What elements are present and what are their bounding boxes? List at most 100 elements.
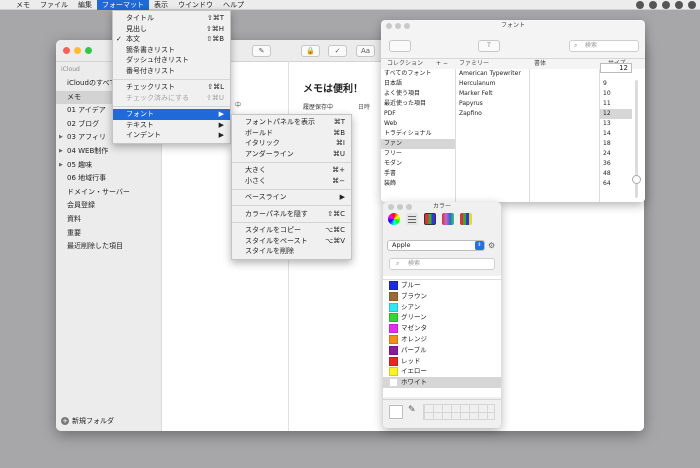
- size-item[interactable]: 24: [600, 149, 632, 159]
- minimize-button[interactable]: [74, 47, 81, 54]
- menu-bar-item[interactable]: ファイル: [35, 0, 73, 10]
- color-wheel-icon[interactable]: [388, 213, 400, 225]
- sidebar-item[interactable]: 重要: [56, 227, 162, 240]
- collection-item[interactable]: トラディショナル: [381, 129, 455, 139]
- family-item[interactable]: American Typewriter: [456, 69, 529, 79]
- family-item[interactable]: Zapfino: [456, 109, 529, 119]
- collection-item[interactable]: PDF: [381, 109, 455, 119]
- collection-item[interactable]: すべてのフォント: [381, 69, 455, 79]
- menu-item[interactable]: ✓ 本文 ⇧⌘B: [113, 34, 230, 45]
- compose-note-icon[interactable]: ✎: [252, 45, 271, 57]
- menu-item[interactable]: テキスト ▶: [113, 120, 230, 131]
- menu-item[interactable]: 大きく ⌘+: [232, 165, 351, 176]
- collection-item[interactable]: 最近使った項目: [381, 99, 455, 109]
- collection-item[interactable]: よく使う項目: [381, 89, 455, 99]
- new-folder-button[interactable]: + 新規フォルダ: [61, 416, 114, 426]
- size-input[interactable]: 12: [600, 63, 632, 73]
- color-list-item[interactable]: ブラウン: [383, 291, 501, 302]
- format-text-icon[interactable]: Aa: [356, 45, 375, 57]
- menu-bar-item[interactable]: ウインドウ: [173, 0, 218, 10]
- current-color-well[interactable]: [389, 405, 403, 419]
- menu-item[interactable]: フォントパネルを表示 ⌘T: [232, 117, 351, 128]
- menu-item[interactable]: 番号付きリスト: [113, 66, 230, 77]
- color-sliders-icon[interactable]: [406, 213, 418, 225]
- sidebar-item[interactable]: ▶ 04 WEB制作: [56, 145, 162, 158]
- menu-bar-item[interactable]: ヘルプ: [218, 0, 249, 10]
- menu-bar-item[interactable]: フォーマット: [97, 0, 149, 10]
- backup-icon[interactable]: [675, 1, 683, 9]
- disclosure-triangle-icon[interactable]: ▶: [59, 159, 63, 172]
- menu-item[interactable]: イタリック ⌘I: [232, 138, 351, 149]
- menu-item[interactable]: ベースライン ▶: [232, 192, 351, 203]
- size-item[interactable]: 10: [600, 89, 632, 99]
- menu-item[interactable]: チェックリスト ⇧⌘L: [113, 82, 230, 93]
- disclosure-triangle-icon[interactable]: ▶: [59, 131, 63, 144]
- color-list-item[interactable]: シアン: [383, 302, 501, 313]
- color-list-item[interactable]: オレンジ: [383, 334, 501, 345]
- sidebar-item[interactable]: ドメイン・サーバー: [56, 186, 162, 199]
- sidebar-item[interactable]: 最近削除した項目: [56, 240, 162, 253]
- text-color-button[interactable]: T: [478, 40, 500, 52]
- sidebar-item[interactable]: 06 地域行事: [56, 172, 162, 185]
- size-slider-thumb[interactable]: [632, 175, 641, 184]
- palette-select[interactable]: Apple ⇕: [387, 240, 485, 251]
- menu-item[interactable]: 小さく ⌘−: [232, 176, 351, 187]
- menu-bar-item[interactable]: 編集: [73, 0, 97, 10]
- menu-bar-item[interactable]: 表示: [149, 0, 173, 10]
- color-list-item[interactable]: ホワイト: [383, 377, 501, 388]
- menu-bar-item[interactable]: メモ: [11, 0, 35, 10]
- wifi-icon[interactable]: [688, 1, 696, 9]
- font-search-field[interactable]: ⌕ 検索: [569, 40, 639, 52]
- size-item[interactable]: 64: [600, 179, 632, 189]
- collection-item[interactable]: 装飾: [381, 179, 455, 189]
- menu-item[interactable]: 箇条書きリスト: [113, 45, 230, 56]
- collection-item[interactable]: ファン: [381, 139, 455, 149]
- color-list-item[interactable]: マゼンタ: [383, 323, 501, 334]
- action-menu-button[interactable]: [389, 40, 411, 52]
- sync-status-icon[interactable]: [636, 1, 644, 9]
- size-slider-track[interactable]: [632, 80, 641, 198]
- menu-item[interactable]: スタイルを削除: [232, 246, 351, 257]
- collection-item[interactable]: 手書: [381, 169, 455, 179]
- dropbox-icon[interactable]: [662, 1, 670, 9]
- color-palettes-icon[interactable]: [424, 213, 436, 225]
- eyedropper-icon[interactable]: ✎: [408, 405, 416, 415]
- size-item[interactable]: 13: [600, 119, 632, 129]
- menu-item[interactable]: ボールド ⌘B: [232, 128, 351, 139]
- swatch-grid[interactable]: [423, 404, 495, 420]
- color-search-field[interactable]: ⌕ 検索: [389, 258, 495, 270]
- lock-icon[interactable]: 🔒: [301, 45, 320, 57]
- collection-item[interactable]: フリー: [381, 149, 455, 159]
- menu-item[interactable]: カラーパネルを隠す ⇧⌘C: [232, 209, 351, 220]
- family-item[interactable]: Herculanum: [456, 79, 529, 89]
- family-item[interactable]: Marker Felt: [456, 89, 529, 99]
- disclosure-triangle-icon[interactable]: ▶: [59, 145, 63, 158]
- menu-item[interactable]: タイトル ⇧⌘T: [113, 13, 230, 24]
- close-button[interactable]: [63, 47, 70, 54]
- pencils-icon[interactable]: [460, 213, 472, 225]
- color-list-item[interactable]: レッド: [383, 356, 501, 367]
- size-item[interactable]: 11: [600, 99, 632, 109]
- color-list-item[interactable]: イエロー: [383, 366, 501, 377]
- collection-item[interactable]: 日本語: [381, 79, 455, 89]
- menu-item[interactable]: アンダーライン ⌘U: [232, 149, 351, 160]
- menu-item[interactable]: 見出し ⇧⌘H: [113, 24, 230, 35]
- checklist-icon[interactable]: ✓: [328, 45, 347, 57]
- image-palettes-icon[interactable]: [442, 213, 454, 225]
- collection-item[interactable]: Web: [381, 119, 455, 129]
- evernote-icon[interactable]: [649, 1, 657, 9]
- size-item[interactable]: 12: [600, 109, 632, 119]
- color-list-item[interactable]: ブルー: [383, 280, 501, 291]
- family-item[interactable]: Papyrus: [456, 99, 529, 109]
- menu-item[interactable]: フォント ▶: [113, 109, 230, 120]
- size-item[interactable]: 48: [600, 169, 632, 179]
- menu-item[interactable]: インデント ▶: [113, 130, 230, 141]
- sidebar-item[interactable]: 資料: [56, 213, 162, 226]
- zoom-button[interactable]: [85, 47, 92, 54]
- menu-item[interactable]: ダッシュ付きリスト: [113, 55, 230, 66]
- sidebar-item[interactable]: 会員登録: [56, 199, 162, 212]
- color-list-item[interactable]: グリーン: [383, 312, 501, 323]
- size-item[interactable]: 9: [600, 79, 632, 89]
- menu-item[interactable]: スタイルをペースト ⌥⌘V: [232, 236, 351, 247]
- menu-item[interactable]: スタイルをコピー ⌥⌘C: [232, 225, 351, 236]
